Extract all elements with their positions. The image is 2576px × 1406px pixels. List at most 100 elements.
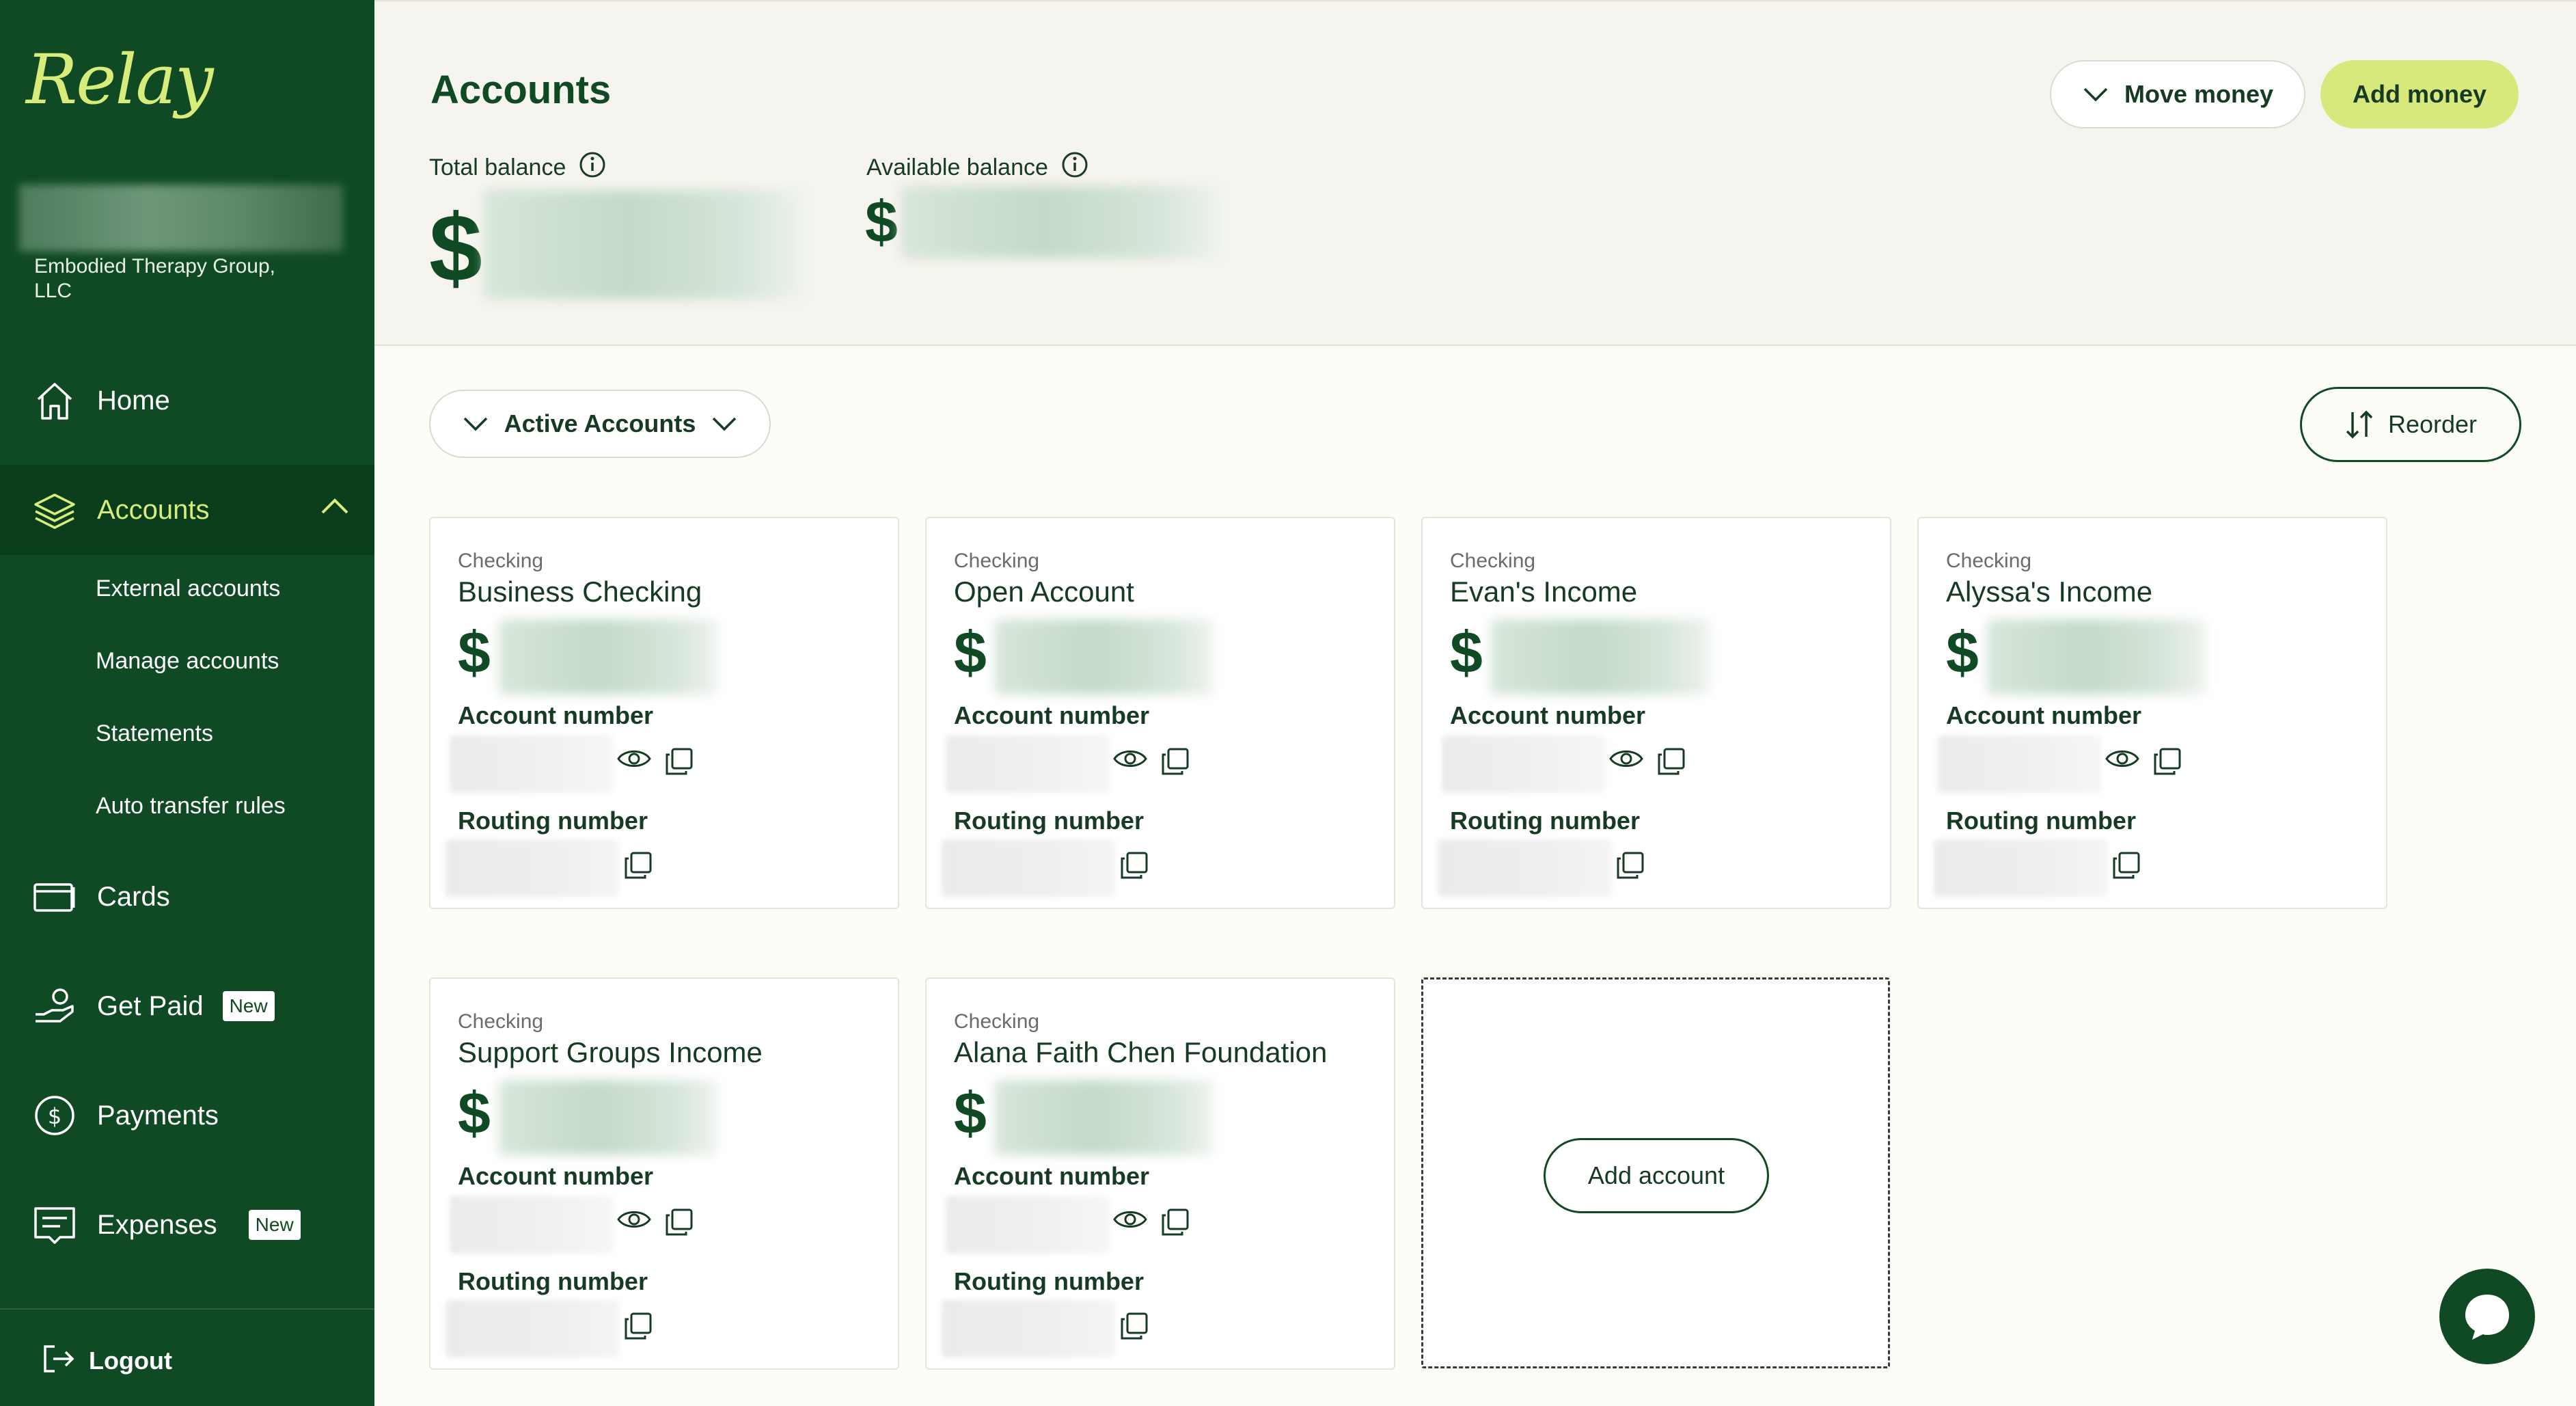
account-name: Support Groups Income (458, 1036, 763, 1068)
available-balance-text: Available balance (866, 154, 1048, 180)
move-money-label: Move money (2124, 80, 2274, 108)
sub-item-external-accounts[interactable]: External accounts (96, 576, 280, 602)
sort-icon (2346, 410, 2373, 439)
copy-icon[interactable] (2111, 850, 2141, 884)
info-icon[interactable] (578, 150, 607, 185)
chevron-up-icon[interactable] (320, 496, 350, 519)
nav-payments[interactable]: $ Payments (0, 1081, 374, 1150)
nav-cards[interactable]: Cards (0, 863, 374, 931)
total-balance-text: Total balance (429, 154, 566, 180)
sidebar: Relay Embodied Therapy Group, LLC Home A… (0, 0, 374, 1406)
account-card[interactable]: Checking Evan's Income $ Account number Rout… (1421, 517, 1891, 909)
available-balance-amount-blurred (901, 186, 1222, 258)
org-name: Embodied Therapy Group, LLC (34, 255, 275, 302)
nav-cards-label: Cards (97, 881, 170, 912)
hand-coin-icon (33, 984, 77, 1028)
eye-icon[interactable] (2105, 746, 2140, 774)
chevron-down-icon (463, 417, 487, 431)
add-money-button[interactable]: Add money (2320, 60, 2519, 129)
routing-number-label: Routing number (458, 1267, 648, 1295)
account-number-label: Account number (458, 701, 654, 729)
info-icon[interactable] (1060, 150, 1089, 185)
page-title: Accounts (430, 68, 612, 112)
account-balance-blurred (995, 619, 1214, 694)
sidebar-divider (0, 1308, 374, 1310)
eye-icon[interactable] (616, 746, 652, 774)
eye-icon[interactable] (616, 1207, 652, 1235)
copy-icon[interactable] (664, 746, 694, 780)
copy-icon[interactable] (623, 1311, 653, 1344)
relay-logo[interactable]: Relay (26, 40, 214, 120)
account-name: Evan's Income (1450, 576, 1638, 608)
reorder-label: Reorder (2387, 410, 2478, 438)
account-number-blurred (450, 735, 614, 793)
account-type: Checking (954, 550, 1040, 572)
available-balance-currency: $ (865, 189, 898, 255)
add-account-button[interactable]: Add account (1544, 1138, 1769, 1213)
account-type: Checking (1450, 550, 1536, 572)
account-currency: $ (458, 620, 491, 686)
account-number-blurred (1938, 735, 2102, 793)
account-currency: $ (954, 1081, 987, 1146)
eye-icon[interactable] (1112, 1207, 1148, 1235)
dollar-circle-icon: $ (33, 1094, 77, 1137)
copy-icon[interactable] (1119, 1311, 1149, 1344)
eye-icon[interactable] (1112, 746, 1148, 774)
account-balance-blurred (499, 619, 717, 694)
new-badge: New (222, 991, 275, 1021)
sub-item-auto-transfer-rules[interactable]: Auto transfer rules (96, 793, 286, 820)
account-type: Checking (458, 1010, 544, 1033)
copy-icon[interactable] (1160, 1207, 1190, 1241)
routing-number-label: Routing number (1450, 807, 1640, 835)
routing-number-label: Routing number (954, 1267, 1144, 1295)
sub-item-statements[interactable]: Statements (96, 720, 213, 747)
account-card[interactable]: Checking Support Groups Income $ Account nu… (429, 977, 899, 1370)
nav-home[interactable]: Home (0, 366, 374, 435)
nav-accounts-label: Accounts (97, 494, 210, 525)
account-number-label: Account number (1450, 701, 1646, 729)
copy-icon[interactable] (1615, 850, 1645, 884)
nav-payments-label: Payments (97, 1100, 219, 1131)
total-balance-currency: $ (429, 194, 482, 301)
new-badge: New (248, 1210, 301, 1240)
chat-icon (2465, 1295, 2509, 1340)
nav-accounts[interactable]: Accounts (0, 465, 374, 555)
account-card[interactable]: Checking Business Checking $ Account number… (429, 517, 899, 909)
org-switcher-blurred[interactable] (19, 185, 343, 252)
account-currency: $ (1450, 620, 1483, 686)
sub-item-manage-accounts[interactable]: Manage accounts (96, 648, 279, 675)
nav-expenses[interactable]: Expenses New (0, 1191, 374, 1259)
account-card[interactable]: Checking Alana Faith Chen Foundation $ Acco… (925, 977, 1395, 1370)
chat-button[interactable] (2439, 1269, 2535, 1364)
account-card[interactable]: Checking Open Account $ Account number Routi… (925, 517, 1395, 909)
account-name: Open Account (954, 576, 1134, 608)
account-balance-blurred (1491, 619, 1710, 694)
copy-icon[interactable] (623, 850, 653, 884)
routing-number-label: Routing number (954, 807, 1144, 835)
logout-icon (42, 1344, 75, 1377)
routing-number-blurred (1438, 839, 1611, 897)
account-number-blurred (450, 1196, 614, 1254)
move-money-button[interactable]: Move money (2050, 60, 2305, 129)
copy-icon[interactable] (2152, 746, 2182, 780)
copy-icon[interactable] (1119, 850, 1149, 884)
total-balance-label: Total balance (429, 150, 607, 185)
routing-number-label: Routing number (458, 807, 648, 835)
account-card[interactable]: Checking Alyssa's Income $ Account number Ro… (1917, 517, 2387, 909)
routing-number-blurred (942, 1300, 1115, 1357)
copy-icon[interactable] (664, 1207, 694, 1241)
copy-icon[interactable] (1160, 746, 1190, 780)
routing-number-blurred (942, 839, 1115, 897)
logout-button[interactable]: Logout (42, 1344, 172, 1377)
add-account-tile[interactable]: Add account (1421, 977, 1890, 1368)
layers-icon (33, 488, 77, 532)
reorder-button[interactable]: Reorder (2300, 387, 2521, 462)
copy-icon[interactable] (1656, 746, 1686, 780)
nav-expenses-label: Expenses (97, 1209, 217, 1240)
account-number-blurred (946, 1196, 1110, 1254)
eye-icon[interactable] (1608, 746, 1644, 774)
account-name: Alana Faith Chen Foundation (954, 1036, 1328, 1068)
active-accounts-filter[interactable]: Active Accounts (429, 390, 771, 458)
nav-get-paid[interactable]: Get Paid New (0, 972, 374, 1040)
account-type: Checking (458, 550, 544, 572)
